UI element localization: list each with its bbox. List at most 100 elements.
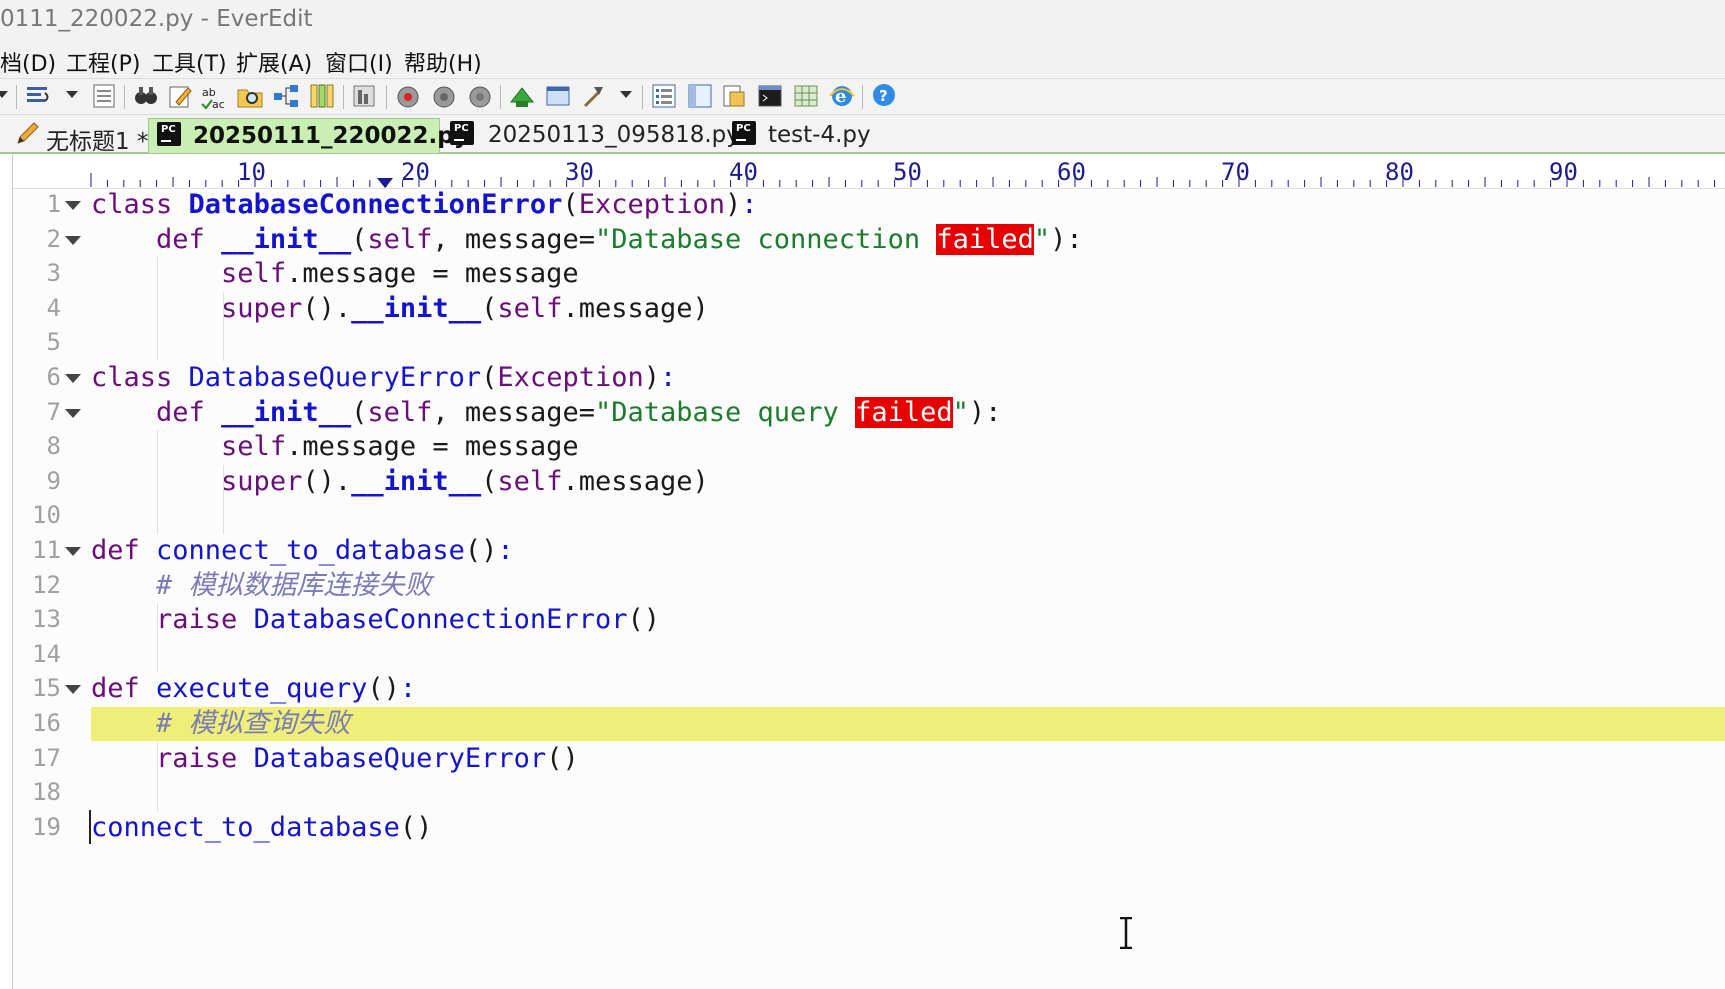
play-macro-icon[interactable] bbox=[430, 82, 458, 110]
code-token: DatabaseQueryError bbox=[188, 362, 482, 393]
code-token: def bbox=[91, 673, 157, 705]
code-token: DatabaseConnectionError bbox=[188, 189, 563, 220]
word-wrap-dropdown-icon[interactable] bbox=[66, 91, 78, 98]
spell-check-icon[interactable]: abac bbox=[200, 82, 228, 110]
ruler-mark: 20 bbox=[401, 158, 430, 186]
line-number: 14 bbox=[32, 639, 61, 668]
panel-icon[interactable] bbox=[686, 82, 714, 110]
find-icon[interactable] bbox=[132, 82, 160, 110]
code-line[interactable]: class DatabaseQueryError(Exception): bbox=[91, 361, 676, 395]
word-wrap-icon[interactable] bbox=[24, 82, 52, 110]
code-line[interactable]: def __init__(self, message="Database que… bbox=[91, 396, 1001, 430]
code-token: " bbox=[1033, 223, 1051, 255]
toolbar-separator bbox=[16, 85, 17, 109]
browser-icon[interactable]: e bbox=[828, 82, 856, 110]
code-line[interactable]: self.message = message bbox=[91, 430, 579, 464]
code-token: DatabaseConnectionError bbox=[253, 604, 628, 636]
code-line[interactable]: connect_to_database() bbox=[91, 811, 432, 845]
tab-20250111-220022[interactable]: PC 20250111_220022.py bbox=[148, 118, 469, 153]
line-number: 5 bbox=[46, 328, 61, 357]
code-token: , message= bbox=[432, 396, 595, 428]
split-icon[interactable] bbox=[272, 82, 300, 110]
columns-icon[interactable] bbox=[308, 82, 336, 110]
code-line[interactable]: super().__init__(self.message) bbox=[91, 465, 709, 499]
fold-toggle-icon[interactable] bbox=[65, 547, 81, 556]
find-in-files-icon[interactable] bbox=[236, 82, 264, 110]
fold-toggle-icon[interactable] bbox=[65, 408, 81, 418]
code-token: (). bbox=[302, 292, 352, 324]
code-line[interactable]: class DatabaseConnectionError(Exception)… bbox=[91, 188, 758, 222]
tool-dropdown-icon[interactable] bbox=[620, 91, 632, 98]
menu-bar: 档(D) 工程(P) 工具(T) 扩展(A) 窗口(I) 帮助(H) bbox=[0, 40, 1725, 79]
line-number: 10 bbox=[32, 501, 61, 530]
line-number: 6 bbox=[46, 363, 61, 391]
ruler-mark: 70 bbox=[1221, 158, 1250, 186]
tab-20250113-095818[interactable]: PC 20250113_095818.py bbox=[446, 118, 740, 152]
code-token: def bbox=[91, 535, 157, 566]
editor-pane[interactable]: 10 20 30 40 50 60 70 80 90 1 2 3 4 5 6 7 8 9 10 11… bbox=[12, 154, 1725, 989]
record-macro-icon[interactable] bbox=[394, 82, 422, 110]
menu-document[interactable]: 档(D) bbox=[0, 46, 56, 78]
fold-toggle-icon[interactable] bbox=[65, 374, 81, 383]
code-token: ( bbox=[562, 189, 579, 220]
code-token: ) bbox=[643, 362, 660, 393]
code-line[interactable]: raise DatabaseConnectionError() bbox=[91, 603, 660, 637]
tool-icon[interactable] bbox=[580, 82, 608, 110]
list-icon[interactable] bbox=[650, 82, 678, 110]
code-line[interactable]: raise DatabaseQueryError() bbox=[91, 742, 579, 776]
clip-icon[interactable] bbox=[720, 82, 748, 110]
indent-guide bbox=[157, 257, 158, 361]
tab-untitled[interactable]: 无标题1 * bbox=[12, 118, 148, 155]
code-token: () bbox=[399, 811, 433, 843]
code-line[interactable]: def execute_query(): bbox=[91, 672, 416, 706]
code-token: "Database query bbox=[594, 396, 856, 428]
code-token: # 模拟查询失败 bbox=[156, 708, 351, 739]
menu-window[interactable]: 窗口(I) bbox=[325, 46, 393, 78]
code-token: self bbox=[367, 223, 433, 255]
code-token: " bbox=[952, 396, 969, 428]
code-line[interactable]: # 模拟数据库连接失败 bbox=[91, 569, 432, 603]
menu-project[interactable]: 工程(P) bbox=[66, 46, 140, 78]
document-icon[interactable] bbox=[90, 82, 118, 110]
column-ruler: 10 20 30 40 50 60 70 80 90 bbox=[13, 154, 1725, 189]
code-line[interactable]: super().__init__(self.message) bbox=[91, 292, 709, 326]
toolbar-dropdown-icon[interactable] bbox=[0, 91, 8, 98]
code-token: : bbox=[399, 673, 417, 705]
line-number: 2 bbox=[46, 224, 61, 253]
code-token: , message= bbox=[432, 223, 595, 255]
code-token: .message) bbox=[562, 465, 709, 497]
fold-toggle-icon[interactable] bbox=[65, 201, 81, 210]
code-line[interactable]: # 模拟查询失败 bbox=[91, 707, 351, 741]
code-token: ( bbox=[481, 465, 498, 497]
fold-toggle-icon[interactable] bbox=[65, 685, 81, 695]
code-token: self bbox=[367, 396, 433, 428]
terminal-icon[interactable] bbox=[756, 82, 784, 110]
window-icon[interactable] bbox=[544, 82, 572, 110]
code-token: : bbox=[741, 189, 758, 220]
code-line[interactable]: def __init__(self, message="Database con… bbox=[91, 223, 1083, 257]
menu-tools[interactable]: 工具(T) bbox=[152, 46, 227, 78]
indent-guide bbox=[157, 741, 158, 811]
toolbar-separator bbox=[343, 85, 344, 109]
code-line[interactable]: def connect_to_database(): bbox=[91, 534, 514, 568]
plugin-icon[interactable] bbox=[508, 82, 536, 110]
line-number: 4 bbox=[46, 293, 61, 322]
grid-icon[interactable] bbox=[792, 82, 820, 110]
code-line[interactable]: self.message = message bbox=[91, 257, 579, 291]
help-icon[interactable]: ? bbox=[870, 82, 898, 110]
tab-test-4[interactable]: PC test-4.py bbox=[728, 118, 871, 152]
text-cursor bbox=[89, 810, 91, 844]
tab-label: test-4.py bbox=[768, 122, 871, 148]
menu-help[interactable]: 帮助(H) bbox=[404, 46, 482, 78]
code-token: .message = message bbox=[286, 258, 579, 290]
tab-bar: 无标题1 * PC 20250111_220022.py PC 20250113… bbox=[0, 115, 1725, 155]
code-token: "Database connection bbox=[594, 223, 937, 255]
stop-macro-icon[interactable] bbox=[466, 82, 494, 110]
menu-extensions[interactable]: 扩展(A) bbox=[236, 46, 312, 78]
macro-icon[interactable] bbox=[350, 82, 378, 110]
fold-toggle-icon[interactable] bbox=[65, 235, 81, 245]
edit-icon[interactable] bbox=[166, 82, 194, 110]
